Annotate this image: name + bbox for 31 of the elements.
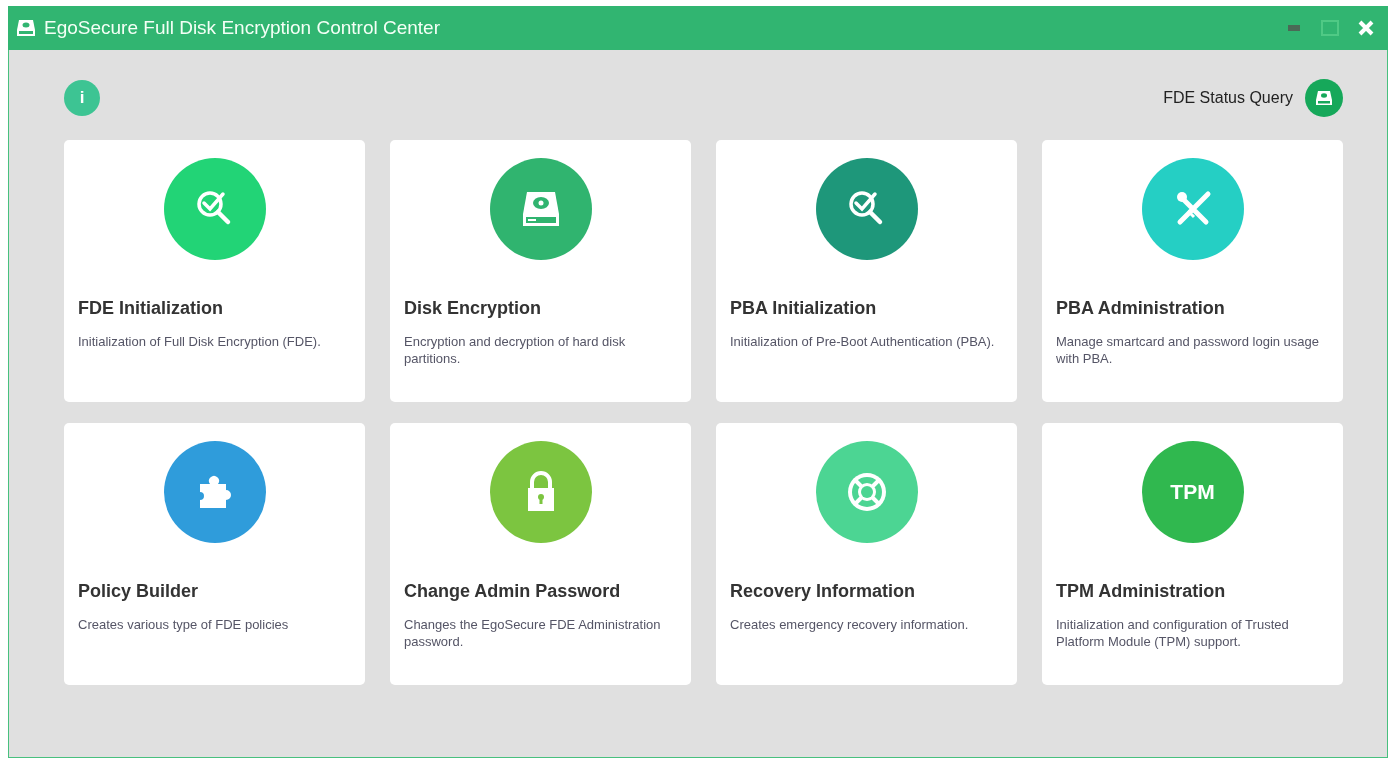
tile-description: Manage smartcard and password login usage with PBA. [1056,333,1321,367]
tile-title: Policy Builder [78,581,200,602]
feature-tile[interactable]: PBA Administration Manage smartcard and password login usage with PBA. [1042,140,1343,402]
tile-description: Encryption and decryption of hard disk partitions. [404,333,627,367]
tile-title: FDE Initialization [78,298,224,319]
tile-title: Recovery Information [730,581,917,602]
tile-title: PBA Initialization [730,298,878,319]
feature-tile[interactable]: Policy Builder Creates various type of FDE policies [64,423,365,685]
maximize-icon [1321,20,1339,36]
feature-tile[interactable]: Disk Encryption Encryption and decryption of hard disk partitions. [390,140,691,402]
status-query-button[interactable] [1305,79,1343,117]
status-query-label: FDE Status Query [1163,89,1293,107]
minimize-icon [1288,25,1300,31]
tile-title: Disk Encryption [404,298,543,319]
tile-title: Change Admin Password [404,581,622,602]
tile-description: Changes the EgoSecure FDE Administration password. [404,616,662,650]
tile-description: Creates emergency recovery information. [730,616,970,633]
feature-tile[interactable]: Change Admin Password Changes the EgoSecure FDE Administration password. [390,423,691,685]
feature-tile[interactable]: Recovery Information Creates emergency recovery information. [716,423,1017,685]
tile-description: Creates various type of FDE policies [78,616,290,633]
tile-description: Initialization of Pre-Boot Authentication (PBA). [730,333,996,350]
tile-title: TPM Administration [1056,581,1227,602]
close-icon [1358,20,1374,36]
feature-tile[interactable]: FDE Initialization Initialization of Full Disk Encryption (FDE). [64,140,365,402]
tpm-label: TPM [1170,480,1215,504]
feature-tile[interactable]: TPM TPM Administration Initialization and configuration of Trusted Platform Module (TPM) support. [1042,423,1343,685]
feature-tile[interactable]: PBA Initialization Initialization of Pre-Boot Authentication (PBA). [716,140,1017,402]
window-title: EgoSecure Full Disk Encryption Control Center [44,17,441,39]
tile-description: Initialization of Full Disk Encryption (FDE). [78,333,322,350]
tile-description: Initialization and configuration of Trusted Platform Module (TPM) support. [1056,616,1290,650]
tile-title: PBA Administration [1056,298,1226,319]
